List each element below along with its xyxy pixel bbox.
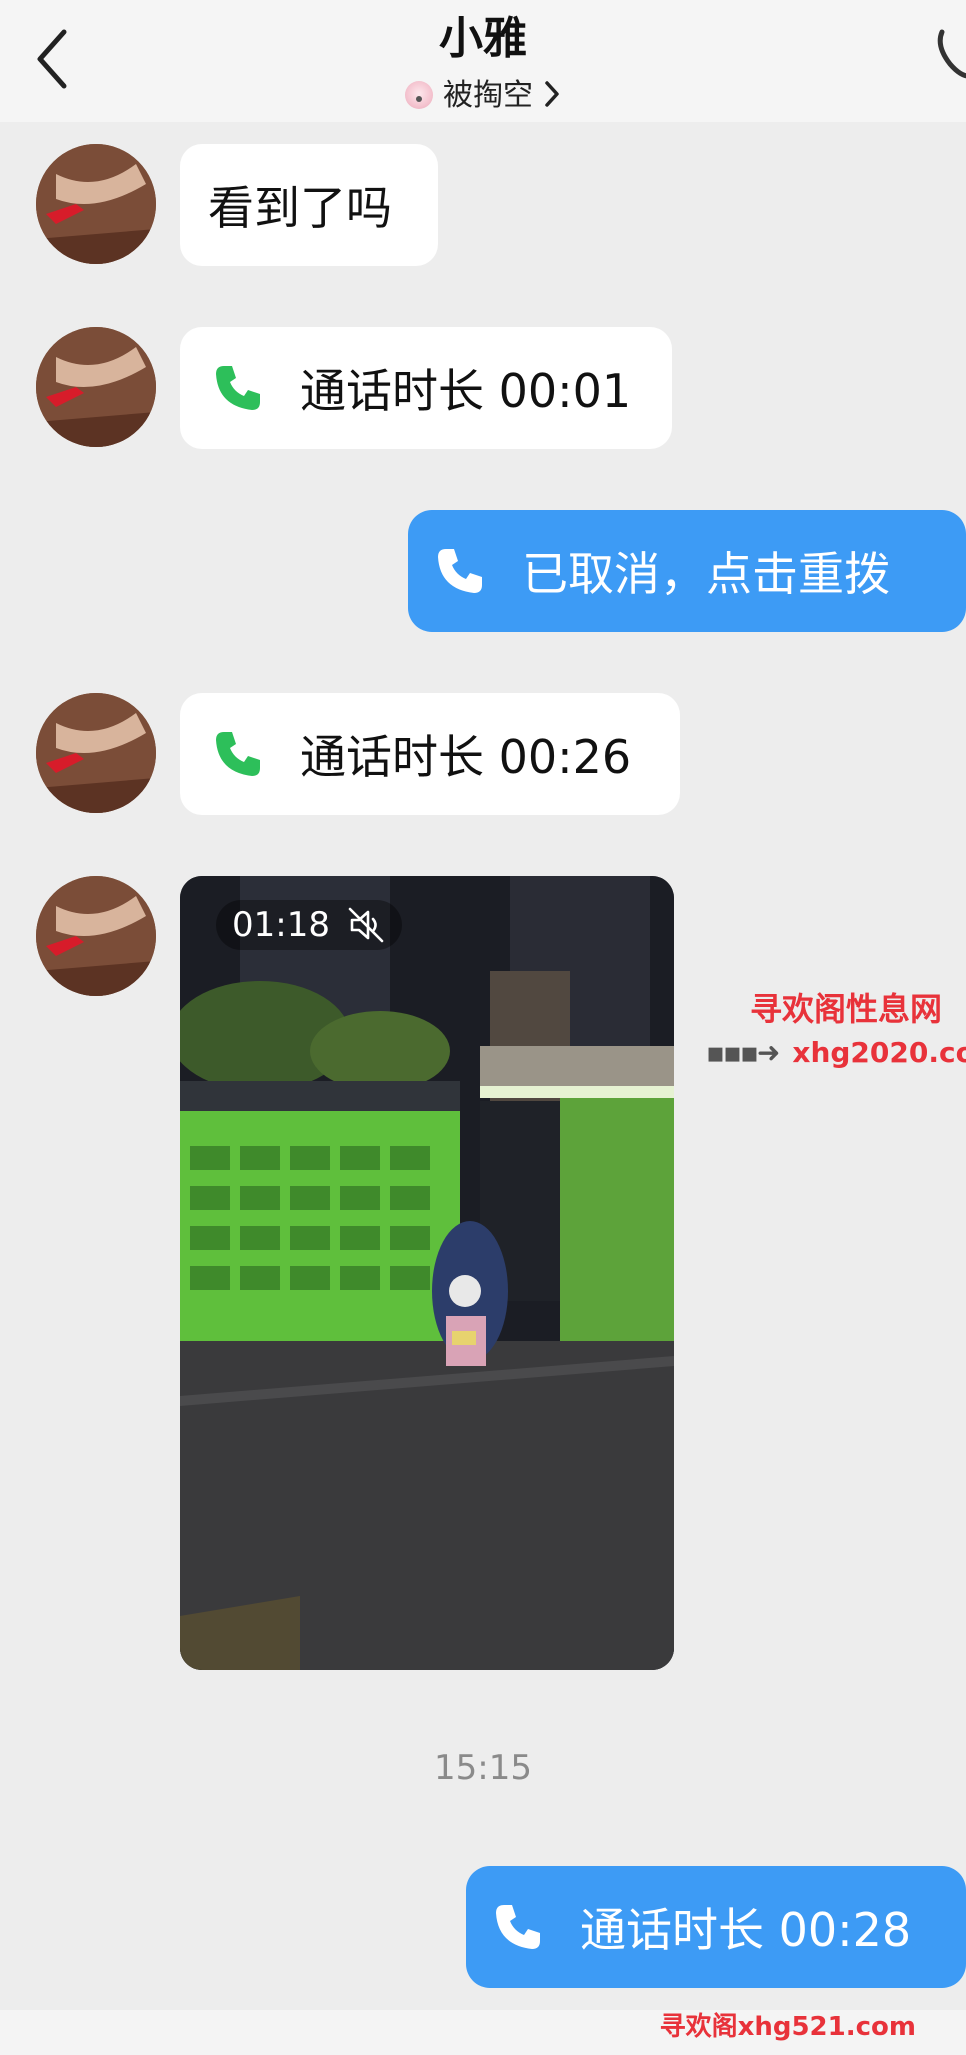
chevron-right-icon [543,80,561,116]
avatar-image [36,144,156,264]
call-record-bubble-mine[interactable]: 通话时长 00:28 [466,1866,966,1988]
chat-header: 小雅 被掏空 [0,0,966,122]
video-message[interactable]: 01:18 [180,876,674,1670]
call-record-bubble[interactable]: 通话时长 00:01 [180,327,672,449]
phone-icon [438,549,482,593]
watermark-site-url: ▪▪▪➜ xhg2020.com [706,1036,966,1069]
contact-name[interactable]: 小雅 [0,2,966,66]
contact-status[interactable]: 被掏空 [0,70,966,116]
avatar-image [36,693,156,813]
call-button[interactable] [932,24,966,84]
avatar-image [36,327,156,447]
status-text: 被掏空 [443,78,533,113]
phone-icon [496,1905,540,1949]
call-record-bubble-mine[interactable]: 已取消，点击重拨 [408,510,966,632]
call-record-bubble[interactable]: 通话时长 00:26 [180,693,680,815]
phone-icon [216,366,260,410]
video-thumbnail [180,876,674,1670]
call-cancelled-text: 已取消，点击重拨 [522,547,890,601]
message-text: 看到了吗 [208,181,392,235]
video-duration: 01:18 [232,905,330,945]
message-timestamp: 15:15 [434,1748,532,1788]
watermark-site-name: 寻欢阁性息网 [750,990,943,1028]
call-duration-text: 通话时长 00:26 [300,730,632,784]
phone-icon [937,29,966,79]
contact-avatar[interactable] [36,693,156,813]
phone-icon [216,732,260,776]
status-emoji-icon [405,81,433,109]
contact-avatar[interactable] [36,144,156,264]
avatar-image [36,876,156,996]
message-bubble[interactable]: 看到了吗 [180,144,438,266]
speaker-muted-icon[interactable] [346,905,386,945]
arrow-right-icon: ▪▪▪➜ [706,1036,780,1069]
contact-avatar[interactable] [36,876,156,996]
call-duration-text: 通话时长 00:01 [300,364,632,418]
contact-avatar[interactable] [36,327,156,447]
watermark-url-text: xhg2020.com [792,1036,966,1069]
watermark-footer: 寻欢阁xhg521.com [659,2012,916,2042]
video-duration-badge: 01:18 [216,900,402,950]
call-duration-text: 通话时长 00:28 [580,1903,912,1957]
